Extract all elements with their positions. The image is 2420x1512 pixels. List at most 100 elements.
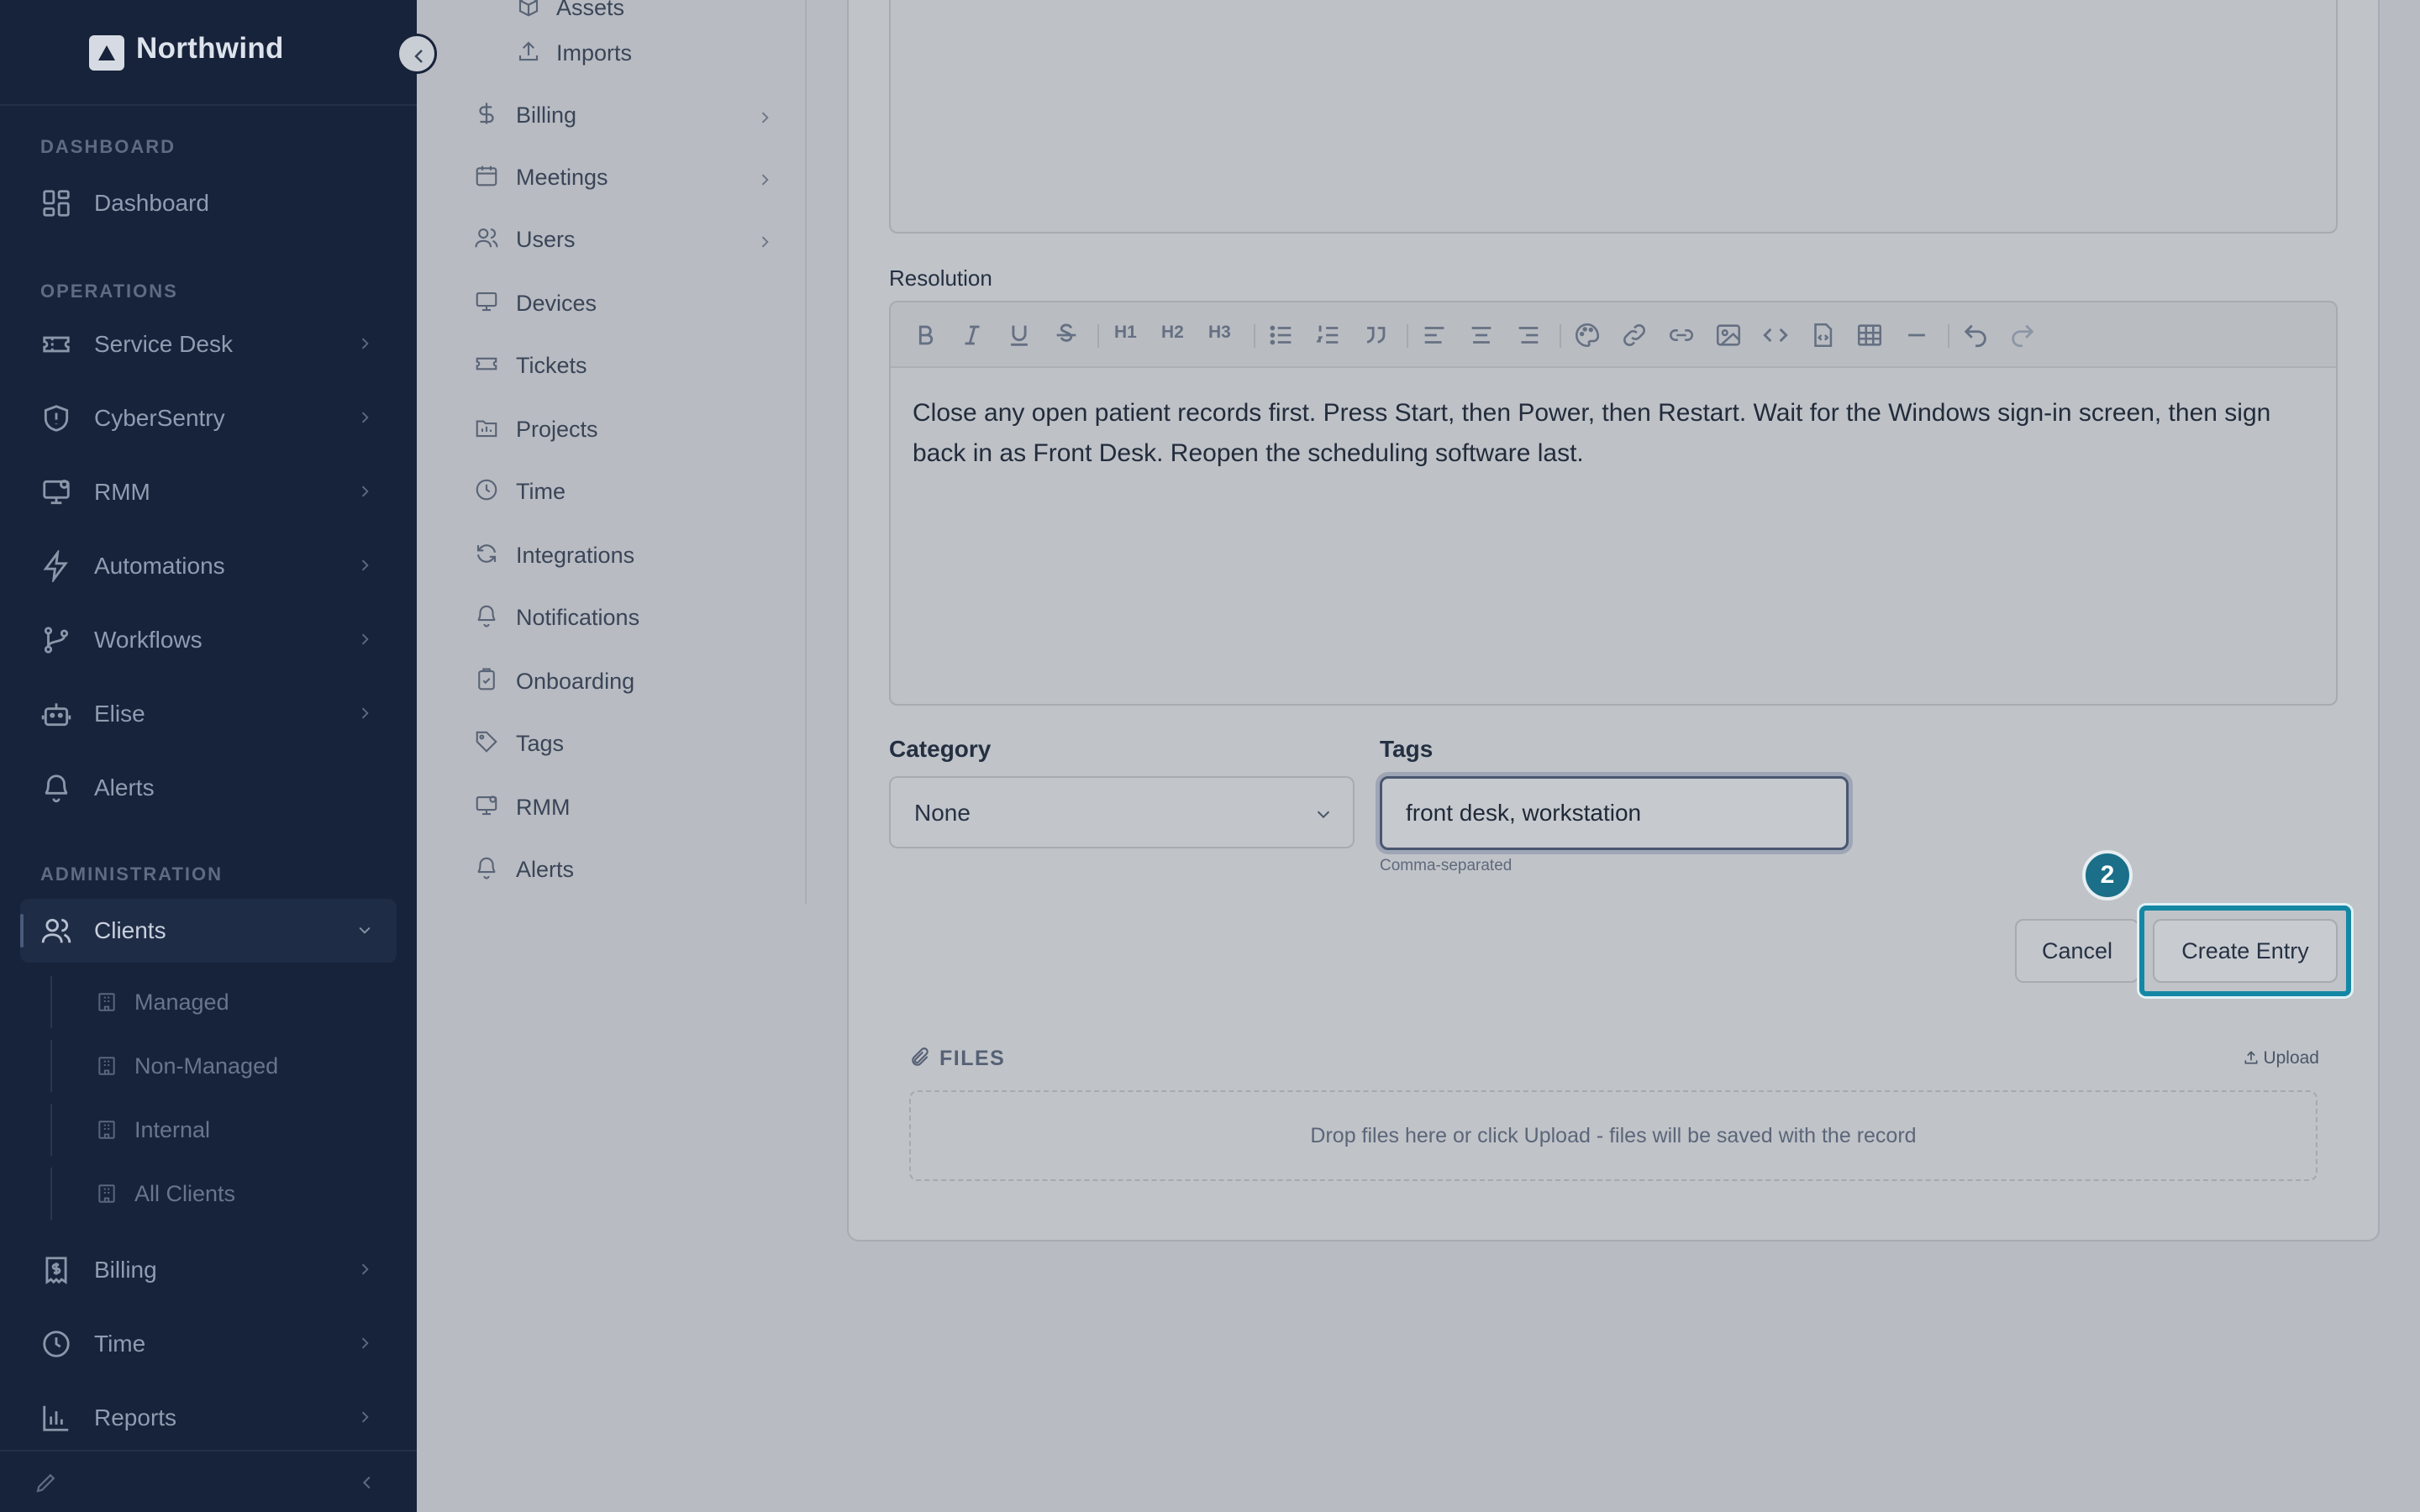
upload-button[interactable]: Upload [2243,1048,2319,1068]
upload-label: Upload [2263,1048,2319,1068]
pencil-icon[interactable] [34,1470,59,1495]
toolbar-divider [1948,324,1949,348]
upload-icon [518,41,539,61]
text-color-button[interactable] [1573,321,1602,349]
strikethrough-button[interactable] [1052,321,1081,349]
link-button[interactable] [1620,321,1649,349]
chevron-right-icon [761,174,769,186]
category-select[interactable]: None [889,776,1355,848]
minus-icon [1908,333,1925,337]
dollar-icon [479,102,494,124]
blockquote-button[interactable] [1361,321,1390,349]
bot-icon [41,703,71,727]
clipboard-check-icon [478,668,495,690]
sidebar-subitem-non-managed[interactable]: Non-Managed [50,1040,387,1092]
sidebar-item-billing[interactable]: Billing [20,1238,397,1302]
image-icon [1716,324,1741,346]
chevron-right-icon [361,338,369,349]
file-code-icon [1814,323,1833,348]
bullet-list-icon [1270,325,1292,345]
clock-icon [476,479,497,501]
building-icon [98,1057,115,1075]
main-sidebar: Northwind DASHBOARD Dashboard OPERATIONS… [0,0,417,1512]
dashboard-grid-icon [43,190,70,217]
horizontal-rule-button[interactable] [1902,321,1931,349]
upload-icon [2244,1051,2258,1064]
table-icon [1857,324,1882,346]
brand-header: Northwind [0,0,417,106]
image-button[interactable] [1714,321,1743,349]
bold-button[interactable] [911,321,939,349]
settings-subnav: Assets Imports Billing Meetings Users De… [417,0,807,904]
redo-button[interactable] [2008,321,2037,349]
subnav-item-label: Users [516,227,576,252]
sidebar-subitem-internal[interactable]: Internal [50,1104,387,1156]
ordered-list-button[interactable] [1314,321,1343,349]
code-block-button[interactable] [1808,321,1837,349]
tags-input[interactable] [1380,776,1849,850]
align-center-button[interactable] [1467,321,1496,349]
chevron-left-icon [414,50,423,63]
sidebar-item-workflows[interactable]: Workflows [20,608,397,672]
chevron-right-icon [361,633,369,645]
sidebar-item-label: Automations [94,553,225,579]
folder-icon [476,420,497,438]
resolution-text[interactable]: Close any open patient records first. Pr… [913,393,2316,474]
toolbar-divider [1407,324,1408,348]
subnav-item-label: Time [516,479,566,504]
code-button[interactable] [1761,321,1790,349]
sidebar-item-clients[interactable]: Clients [20,899,397,963]
table-button[interactable] [1855,321,1884,349]
chain-icon [1670,329,1693,341]
undo-button[interactable] [1961,321,1990,349]
paperclip-icon [912,1047,929,1066]
brand-name: Northwind [136,32,284,65]
italic-button[interactable] [958,321,986,349]
heading-1-button[interactable]: H1 [1114,323,1137,343]
sidebar-item-rmm[interactable]: RMM [20,460,397,524]
bell-icon [477,857,496,879]
file-dropzone[interactable]: Drop files here or click Upload - files … [909,1090,2317,1181]
monitor-icon [43,480,70,505]
embed-link-button[interactable] [1667,321,1696,349]
lightning-icon [43,550,68,582]
chevron-left-icon[interactable] [358,1473,376,1492]
strikethrough-icon [1056,323,1076,342]
sidebar-item-elise[interactable]: Elise [20,682,397,746]
description-editor-body[interactable] [889,0,2338,234]
sidebar-collapse-button[interactable] [397,34,437,74]
subnav-item-label: RMM [516,795,571,820]
cancel-button[interactable]: Cancel [2015,919,2139,983]
sidebar-item-service-desk[interactable]: Service Desk [20,312,397,376]
sidebar-item-time[interactable]: Time [20,1312,397,1376]
sidebar-item-automations[interactable]: Automations [20,534,397,598]
subnav-item-label: Assets [556,0,625,20]
underline-button[interactable] [1005,321,1034,349]
heading-2-button[interactable]: H2 [1161,323,1184,343]
sidebar-item-dashboard[interactable]: Dashboard [20,171,397,235]
chevron-right-icon [361,1337,369,1349]
create-entry-button[interactable]: Create Entry [2153,919,2338,983]
step-number-badge: 2 [2082,850,2133,900]
align-left-button[interactable] [1420,321,1449,349]
bold-icon [918,325,934,345]
sidebar-item-label: Billing [94,1257,157,1283]
tag-icon [476,731,497,753]
building-icon [98,1121,115,1139]
sidebar-item-reports[interactable]: Reports [20,1386,397,1450]
toolbar-divider [1254,324,1255,348]
sidebar-item-cybersentry[interactable]: CyberSentry [20,386,397,450]
sidebar-subitem-label: All Clients [134,1181,236,1206]
sidebar-subitem-managed[interactable]: Managed [50,976,387,1028]
subnav-item-label: Tickets [516,353,587,378]
monitor-icon [476,795,497,816]
northwind-logo-icon [89,35,124,71]
sidebar-subitem-all-clients[interactable]: All Clients [50,1168,387,1220]
chevron-right-icon [361,486,369,497]
sidebar-item-alerts[interactable]: Alerts [20,756,397,820]
heading-3-button[interactable]: H3 [1208,323,1231,343]
sidebar-footer [0,1450,417,1512]
align-right-button[interactable] [1514,321,1543,349]
bullet-list-button[interactable] [1267,321,1296,349]
category-label: Category [889,736,992,762]
